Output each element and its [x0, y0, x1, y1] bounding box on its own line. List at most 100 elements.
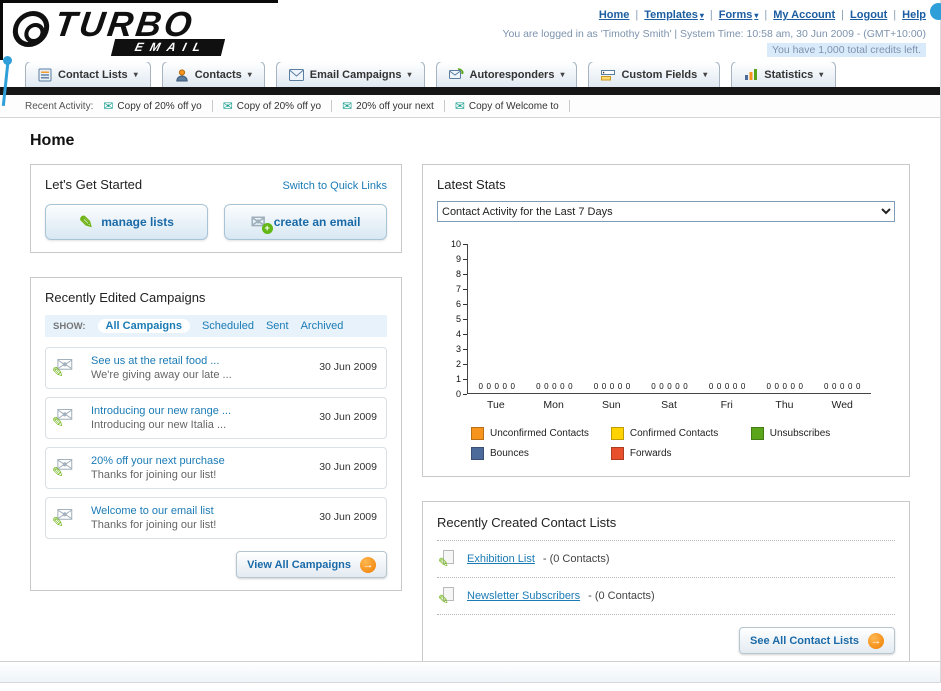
chart-bar: 0: [651, 382, 656, 391]
nav-tab-custom-fields[interactable]: Custom Fields ▾: [588, 61, 721, 87]
header-link-home[interactable]: Home: [599, 9, 630, 21]
chart-bar-group: 00000: [526, 244, 584, 393]
email-campaigns-icon: [288, 68, 304, 81]
campaign-title-link[interactable]: 20% off your next purchase: [91, 455, 309, 467]
chart-bar: 0: [625, 382, 631, 391]
get-started-panel: Let's Get Started Switch to Quick Links …: [30, 164, 402, 253]
show-label: SHOW:: [53, 320, 86, 332]
chart-bar-group: 00000: [698, 244, 756, 393]
contact-list-link[interactable]: Newsletter Subscribers: [467, 590, 580, 602]
contact-list-link[interactable]: Exhibition List: [467, 553, 535, 565]
stats-range-select[interactable]: Contact Activity for the Last 7 Days: [437, 201, 895, 222]
envelope-plus-icon: ✉ +: [251, 213, 273, 234]
chevron-down-icon: ▾: [247, 70, 252, 79]
x-axis-label: Sat: [661, 399, 677, 411]
chart-bar: 0: [708, 382, 714, 391]
filter-tab-all-campaigns[interactable]: All Campaigns: [97, 319, 190, 333]
x-axis-label: Tue: [487, 399, 505, 411]
x-axis-label: Mon: [543, 399, 564, 411]
chart-bar: 0: [824, 382, 829, 391]
chart-bar: 0: [848, 382, 853, 391]
campaign-row: ✉ ✎ 20% off your next purchase Thanks for …: [45, 447, 387, 489]
recent-contact-lists-title: Recently Created Contact Lists: [437, 515, 617, 530]
envelope-icon: ✉: [222, 99, 233, 113]
chart-bar: 0: [790, 382, 795, 391]
x-axis-label: Thu: [775, 399, 794, 411]
header-link-templates[interactable]: Templates ▾: [644, 9, 704, 21]
campaign-title-link[interactable]: Welcome to our email list: [91, 505, 309, 517]
header-links: Home | Templates ▾ | Forms ▾ | My Account | Lo…: [598, 9, 926, 21]
header-link-logout[interactable]: Logout: [850, 9, 887, 21]
legend-swatch: [750, 427, 764, 440]
legend-item: Bounces: [471, 447, 611, 460]
chart-bar: 0: [502, 382, 507, 391]
header-link-help[interactable]: Help: [902, 9, 926, 21]
campaign-subtitle: We're giving away our late ...: [91, 369, 232, 381]
plus-icon: +: [261, 223, 273, 234]
logo-swirl-icon: [10, 11, 52, 47]
nav-tab-contact-lists[interactable]: Contact Lists ▾: [25, 61, 151, 87]
chart-bar-group: 00000: [468, 244, 526, 393]
chart-bar: 0: [856, 382, 861, 391]
filter-tab-archived[interactable]: Archived: [301, 320, 344, 332]
chart-bar: 0: [544, 382, 549, 391]
chart-bar: 0: [601, 382, 607, 391]
legend-item: Forwards: [610, 447, 751, 460]
campaign-title-link[interactable]: See us at the retail food ...: [91, 355, 309, 367]
recent-activity-item[interactable]: ✉ Copy of 20% off yo: [103, 100, 213, 112]
legend-swatch: [471, 427, 484, 440]
stats-legend: Unconfirmed Contacts Confirmed Contacts Un…: [471, 427, 891, 460]
x-axis-label: Sun: [601, 399, 621, 411]
logo-text-main: TURBO: [52, 5, 198, 44]
campaign-subtitle: Thanks for joining our list!: [91, 469, 217, 481]
switch-quick-links[interactable]: Switch to Quick Links: [282, 180, 387, 192]
header-link-forms[interactable]: Forms ▾: [719, 9, 759, 21]
recent-activity-item[interactable]: ✉ 20% off your next: [342, 100, 445, 112]
chart-bar: 0: [782, 382, 787, 391]
list-item: ✎ Exhibition List - (0 Contacts): [437, 541, 895, 578]
filter-tab-sent[interactable]: Sent: [266, 320, 289, 332]
legend-item: Unconfirmed Contacts: [471, 427, 611, 440]
recent-activity-item[interactable]: ✉ Copy of Welcome to: [455, 100, 570, 112]
envelope-icon: ✉: [342, 99, 353, 113]
campaign-title-link[interactable]: Introducing our new range ...: [91, 405, 309, 417]
header-right: Home | Templates ▾ | Forms ▾ | My Account | Lo…: [502, 5, 926, 58]
see-all-contact-lists-button[interactable]: See All Contact Lists →: [738, 627, 895, 654]
legend-swatch: [471, 447, 484, 460]
view-all-campaigns-button[interactable]: View All Campaigns →: [236, 551, 387, 578]
campaign-row: ✉ ✎ See us at the retail food ... We're gi…: [45, 347, 387, 389]
chart-bar: 0: [667, 382, 672, 391]
chart-bar: 0: [568, 382, 573, 391]
edit-list-icon: ✎: [438, 550, 459, 570]
chevron-down-icon: ▾: [407, 70, 412, 79]
recent-activity-bar: Recent Activity: ✉ Copy of 20% off yo ✉ Co…: [0, 95, 940, 118]
create-email-button[interactable]: ✉ + create an email: [224, 204, 387, 240]
recent-activity-item[interactable]: ✉ Copy of 20% off yo: [222, 99, 333, 113]
nav-tab-autoresponders[interactable]: Autoresponders ▾: [435, 61, 578, 87]
chart-y-axis: 10 9 8 7 6 5 4 3 2 1 0: [445, 239, 467, 399]
chart-bar: 0: [766, 382, 771, 391]
chevron-down-icon: ▾: [819, 70, 824, 79]
chart-bar-group: 00000: [813, 244, 871, 393]
manage-lists-button[interactable]: ✎ manage lists: [45, 204, 208, 240]
header-link-my-account[interactable]: My Account: [773, 9, 835, 21]
campaign-row: ✉ ✎ Welcome to our email list Thanks for j…: [45, 497, 387, 539]
chevron-down-icon: ▾: [560, 70, 565, 79]
header: TURBO EMAIL Home | Templates ▾ | Forms ▾ | My…: [0, 0, 941, 107]
campaign-edit-icon: ✉ ✎: [52, 454, 74, 480]
nav-tab-email-campaigns[interactable]: Email Campaigns ▾: [275, 61, 425, 87]
nav-tab-contacts[interactable]: Contacts ▾: [161, 61, 265, 87]
contacts-icon: [175, 68, 188, 81]
chart-bar: 0: [732, 382, 738, 391]
chart-bar: 0: [560, 382, 565, 391]
app-logo: TURBO EMAIL: [0, 0, 278, 60]
nav-tab-statistics[interactable]: Statistics ▾: [731, 61, 837, 87]
page-title: Home: [30, 132, 75, 149]
chart-bar: 0: [683, 382, 688, 391]
main-nav: Contact Lists ▾ Contacts ▾ Email Campaig…: [0, 61, 940, 95]
arrow-right-icon: →: [868, 632, 884, 649]
envelope-icon: ✉: [454, 99, 465, 113]
filter-tab-scheduled[interactable]: Scheduled: [202, 320, 254, 332]
campaign-date: 30 Jun 2009: [319, 361, 377, 373]
chart-bar: 0: [832, 382, 837, 391]
